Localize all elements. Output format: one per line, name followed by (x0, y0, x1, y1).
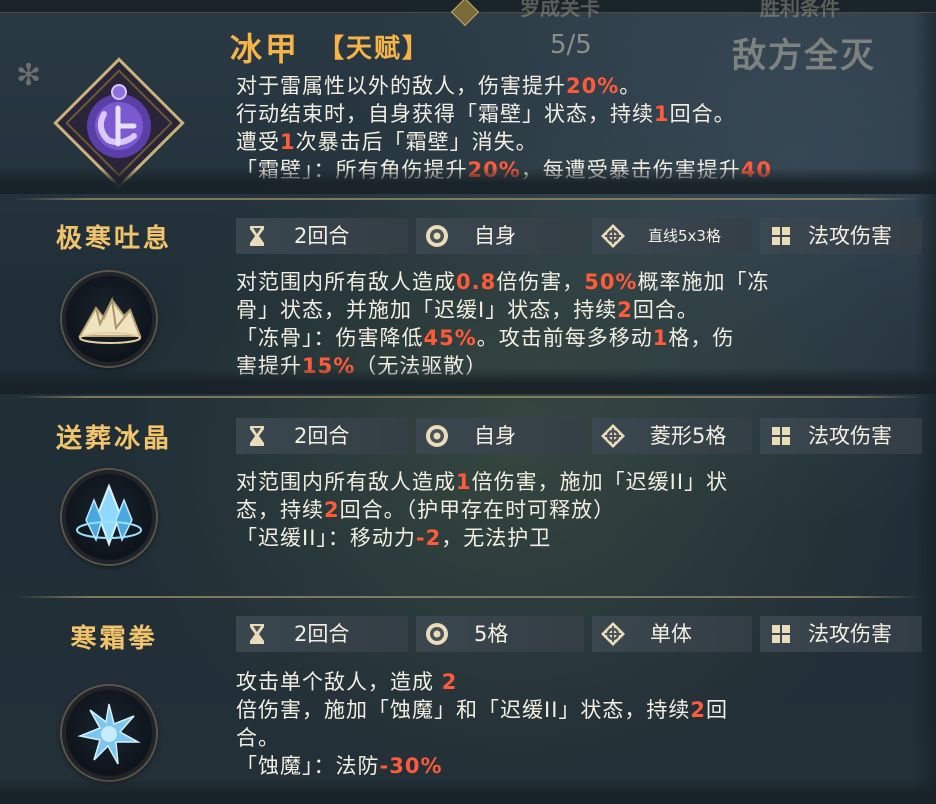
hourglass-icon (242, 222, 272, 250)
talent-line-1: 对于雷属性以外的敌人，伤害提升20%。 (236, 74, 642, 98)
range-tag: 单体 (592, 616, 752, 652)
skill3-line-2: 倍伤害，施加「蚀魔」和「迟缓II」状态，持续2回 (236, 698, 729, 722)
cooldown-tag: 2回合 (236, 218, 408, 254)
skill-description-3: 攻击单个敌人，造成 2 倍伤害，施加「蚀魔」和「迟缓II」状态，持续2回 合。 … (236, 668, 916, 788)
range-tag: 直线5x3格 (592, 218, 752, 254)
target-rings-icon (422, 620, 452, 648)
cooldown-tag: 2回合 (236, 418, 408, 454)
skill-icon-2[interactable] (62, 470, 156, 564)
target-tag: 5格 (416, 616, 584, 652)
talent-name: 冰甲 (230, 30, 301, 68)
range-tag: 菱形5格 (592, 418, 752, 454)
divider-3 (14, 596, 922, 598)
ice-crystal-icon (76, 483, 142, 547)
frost-fist-icon (77, 703, 141, 765)
skill1-line-3: 「冻骨」：伤害降低45%。攻击前每多移动1格，伤 (236, 326, 735, 350)
skill-name-3: 寒霜拳 (70, 624, 158, 654)
skill-icon-3[interactable] (62, 686, 156, 780)
target-rings-icon (422, 422, 452, 450)
skill2-line-1: 对范围内所有敌人造成1倍伤害，施加「迟缓II」状 (236, 470, 729, 494)
damage-type-tag: 法攻伤害 (760, 616, 922, 652)
talent-tag: 【天赋】 (318, 34, 431, 64)
target-tag: 自身 (416, 218, 584, 254)
divider-2 (14, 396, 922, 398)
flower-ornament-icon: ✻ (16, 58, 42, 93)
skill3-line-4: 「蚀魔」：法防-30% (236, 754, 443, 778)
cooldown-tag: 2回合 (236, 616, 408, 652)
target-rings-icon (422, 222, 452, 250)
divider-1 (14, 198, 922, 200)
ice-mountain-icon (78, 296, 142, 344)
damage-type-tag: 法攻伤害 (760, 218, 922, 254)
skill3-fade (0, 778, 936, 804)
skill3-line-3: 合。 (236, 726, 280, 750)
right-edge-shade (914, 0, 936, 804)
crosshair-icon (598, 422, 628, 450)
skill1-fade (0, 368, 936, 394)
crosshair-icon (598, 620, 628, 648)
crosshair-icon (598, 222, 628, 250)
talent-line-2: 行动结束时，自身获得「霜壁」状态，持续1回合。 (236, 102, 736, 126)
ghost-header-right: 胜利条件 (760, 0, 840, 20)
grid-icon (766, 422, 796, 450)
damage-type-tag: 法攻伤害 (760, 418, 922, 454)
hourglass-icon (242, 620, 272, 648)
skill3-line-1: 攻击单个敌人，造成 2 (236, 670, 458, 694)
ghost-header-left: 罗成关卡 (520, 0, 600, 20)
victory-condition: 敌方全灭 (732, 36, 876, 76)
skill-icon-1[interactable] (62, 272, 156, 366)
hourglass-icon (242, 422, 272, 450)
target-tag: 自身 (416, 418, 584, 454)
talent-fade (0, 168, 936, 194)
skill-description-2: 对范围内所有敌人造成1倍伤害，施加「迟缓II」状 态，持续2回合。（护甲存在时可… (236, 468, 916, 564)
grid-icon (766, 620, 796, 648)
skill-name-2: 送葬冰晶 (55, 424, 172, 454)
talent-line-3: 遭受1次暴击后「霜壁」消失。 (236, 130, 538, 154)
skill-description-1: 对范围内所有敌人造成0.8倍伤害，50%概率施加「冻 骨」状态，并施加「迟缓I」… (236, 268, 916, 380)
skill-name-1: 极寒吐息 (55, 224, 172, 254)
skill1-line-1: 对范围内所有敌人造成0.8倍伤害，50%概率施加「冻 (236, 270, 770, 294)
wave-counter: 5/5 (550, 30, 592, 60)
skill2-line-2: 态，持续2回合。（护甲存在时可释放） (236, 498, 616, 522)
skill1-line-2: 骨」状态，并施加「迟缓I」状态，持续2回合。 (236, 298, 699, 322)
skill2-line-3: 「迟缓II」：移动力-2，无法护卫 (236, 526, 552, 550)
grid-icon (766, 222, 796, 250)
